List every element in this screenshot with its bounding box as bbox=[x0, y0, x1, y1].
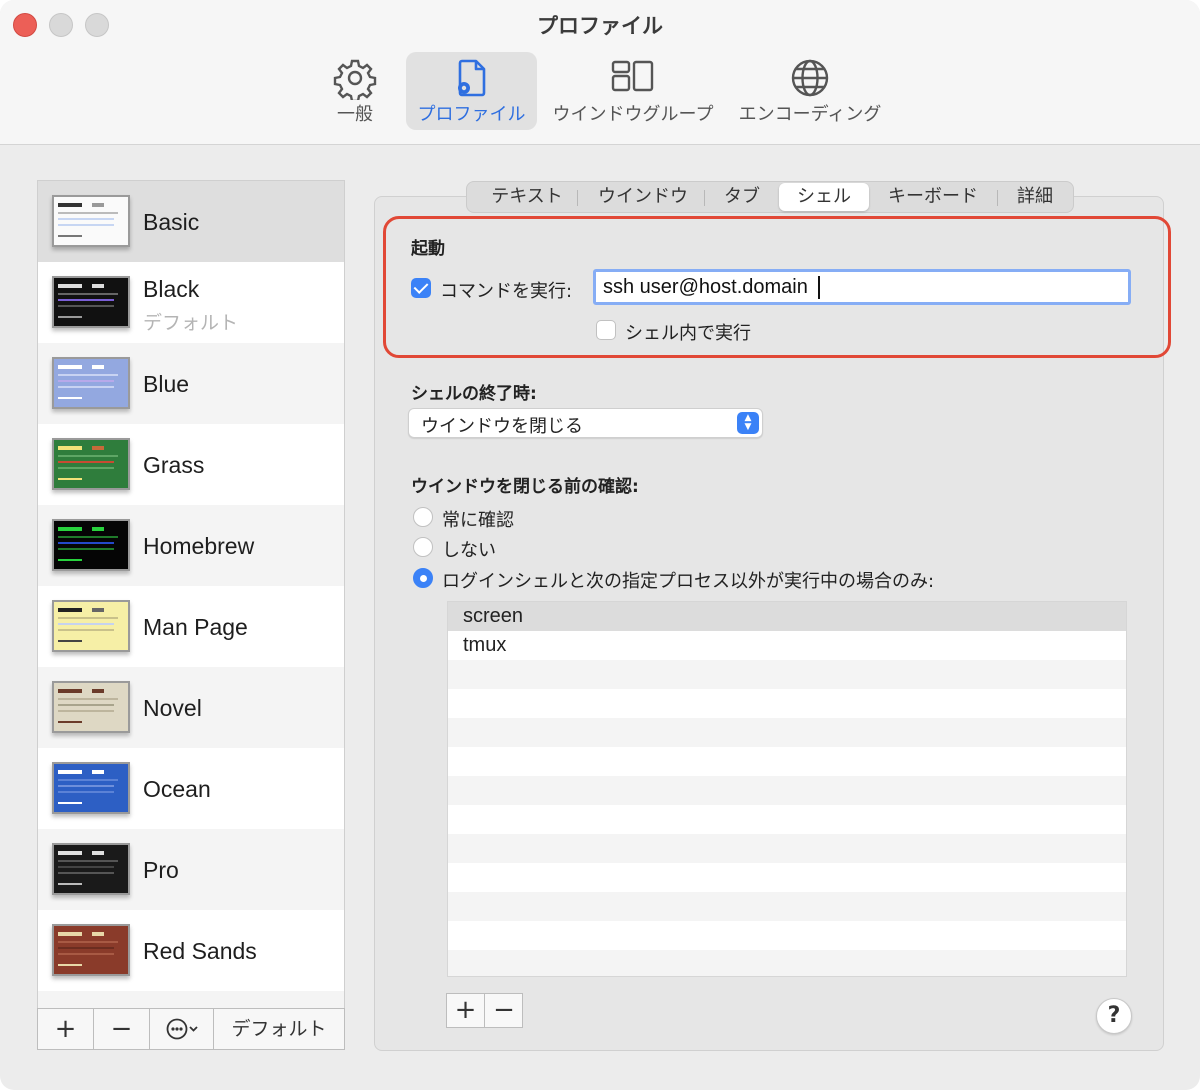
profile-name: Homebrew bbox=[143, 533, 255, 559]
shell-exit-popup[interactable]: ウインドウを閉じる ▲ ▼ bbox=[408, 408, 763, 438]
profile-item-basic[interactable]: Basic bbox=[38, 181, 344, 262]
add-profile-button[interactable]: + bbox=[38, 1009, 94, 1049]
profile-item-blue[interactable]: Blue bbox=[38, 343, 344, 424]
profile-item-red-sands[interactable]: Red Sands bbox=[38, 910, 344, 991]
preferences-window: プロファイル 一般 プロファイル ウインドウグループ エンコーディング Basi… bbox=[0, 0, 1200, 1090]
empty-row bbox=[448, 776, 1126, 805]
confirm-processes-label: ログインシェルと次の指定プロセス以外が実行中の場合のみ: bbox=[442, 571, 935, 592]
tab-tab[interactable]: タブ bbox=[707, 182, 777, 212]
empty-row bbox=[448, 805, 1126, 834]
toolbar-general[interactable]: 一般 bbox=[318, 52, 392, 130]
default-profile-label: デフォルト bbox=[143, 312, 239, 334]
profile-thumbnail bbox=[52, 600, 130, 652]
profile-item-grass[interactable]: Grass bbox=[38, 424, 344, 505]
run-in-shell-label: シェル内で実行 bbox=[625, 323, 751, 344]
tab-keyboard[interactable]: キーボード bbox=[871, 182, 995, 212]
process-list-controls: + − bbox=[446, 993, 523, 1028]
profile-name: Pro bbox=[143, 857, 179, 883]
toolbar-general-label: 一般 bbox=[337, 104, 373, 125]
profile-list[interactable]: Basic Black デフォルト Blue Grass Homebrew Ma… bbox=[37, 180, 345, 1010]
toolbar: プロファイル 一般 プロファイル ウインドウグループ エンコーディング bbox=[0, 0, 1200, 145]
profile-thumbnail bbox=[52, 924, 130, 976]
profile-item-homebrew[interactable]: Homebrew bbox=[38, 505, 344, 586]
toolbar-profiles[interactable]: プロファイル bbox=[406, 52, 537, 130]
command-input-text[interactable] bbox=[596, 272, 1126, 302]
empty-row bbox=[448, 689, 1126, 718]
empty-row bbox=[448, 747, 1126, 776]
toolbar-profiles-label: プロファイル bbox=[417, 104, 526, 125]
profile-item-ocean[interactable]: Ocean bbox=[38, 748, 344, 829]
profile-name: Red Sands bbox=[143, 938, 257, 964]
set-default-button[interactable]: デフォルト bbox=[214, 1009, 344, 1049]
run-command-checkbox[interactable] bbox=[411, 278, 431, 298]
startup-title: 起動 bbox=[411, 239, 445, 259]
profile-thumbnail bbox=[52, 762, 130, 814]
profile-item-novel[interactable]: Novel bbox=[38, 667, 344, 748]
command-input[interactable] bbox=[593, 269, 1131, 305]
add-process-button[interactable]: + bbox=[447, 994, 485, 1027]
tab-window[interactable]: ウインドウ bbox=[581, 182, 705, 212]
profile-name: Grass bbox=[143, 452, 205, 478]
ellipsis-circle-icon bbox=[166, 1018, 198, 1040]
confirm-close-title: ウインドウを閉じる前の確認: bbox=[411, 477, 639, 497]
shell-exit-title: シェルの終了時: bbox=[411, 384, 537, 404]
remove-process-button[interactable]: − bbox=[485, 994, 523, 1027]
process-name: screen bbox=[463, 605, 524, 627]
remove-profile-button[interactable]: − bbox=[94, 1009, 150, 1049]
tab-advanced[interactable]: 詳細 bbox=[1001, 182, 1069, 212]
empty-row bbox=[448, 834, 1126, 863]
profile-thumbnail bbox=[52, 357, 130, 409]
profile-item-man-page[interactable]: Man Page bbox=[38, 586, 344, 667]
empty-row bbox=[448, 950, 1126, 976]
help-button[interactable]: ? bbox=[1096, 998, 1132, 1034]
profile-name: Black bbox=[143, 276, 200, 302]
globe-icon bbox=[791, 59, 829, 97]
profile-thumbnail bbox=[52, 519, 130, 571]
toolbar-encodings-label: エンコーディング bbox=[738, 104, 882, 125]
confirm-never-label: しない bbox=[442, 540, 496, 561]
profile-name: Ocean bbox=[143, 776, 211, 802]
confirm-always-radio[interactable] bbox=[413, 507, 433, 527]
toolbar-window-groups[interactable]: ウインドウグループ bbox=[549, 52, 717, 130]
profile-list-controls: + − デフォルト bbox=[37, 1008, 345, 1050]
confirm-never-radio[interactable] bbox=[413, 537, 433, 557]
window-groups-icon bbox=[611, 60, 654, 92]
profile-name: Basic bbox=[143, 209, 200, 235]
window-title: プロファイル bbox=[537, 14, 663, 38]
toolbar-encodings[interactable]: エンコーディング bbox=[733, 52, 887, 130]
text-caret bbox=[818, 276, 820, 299]
shell-exit-selected: ウインドウを閉じる bbox=[421, 416, 583, 437]
process-row[interactable]: tmux bbox=[448, 631, 1126, 660]
empty-row bbox=[448, 660, 1126, 689]
profile-thumbnail bbox=[52, 843, 130, 895]
tab-bar: テキスト ウインドウ タブ シェル キーボード 詳細 bbox=[466, 181, 1074, 213]
confirm-always-label: 常に確認 bbox=[442, 510, 514, 531]
process-list[interactable]: screen tmux bbox=[447, 601, 1127, 977]
profile-item-black[interactable]: Black デフォルト bbox=[38, 262, 344, 343]
tab-text[interactable]: テキスト bbox=[475, 182, 579, 212]
empty-row bbox=[448, 718, 1126, 747]
empty-row bbox=[448, 863, 1126, 892]
empty-row bbox=[448, 921, 1126, 950]
profile-thumbnail bbox=[52, 438, 130, 490]
profile-name: Man Page bbox=[143, 614, 248, 640]
profile-name: Blue bbox=[143, 371, 190, 397]
profile-document-icon bbox=[457, 59, 485, 97]
profile-item-pro[interactable]: Pro bbox=[38, 829, 344, 910]
up-down-arrows-icon: ▲ ▼ bbox=[737, 412, 759, 434]
run-in-shell-checkbox[interactable] bbox=[596, 320, 616, 340]
gear-icon bbox=[333, 59, 377, 100]
profile-actions-menu-button[interactable] bbox=[150, 1009, 214, 1049]
empty-row bbox=[448, 892, 1126, 921]
run-command-label: コマンドを実行: bbox=[440, 281, 573, 302]
profile-thumbnail bbox=[52, 681, 130, 733]
profile-thumbnail bbox=[52, 195, 130, 247]
confirm-processes-radio[interactable] bbox=[413, 568, 433, 588]
profile-thumbnail bbox=[52, 276, 130, 328]
process-row[interactable]: screen bbox=[448, 602, 1126, 631]
tab-shell[interactable]: シェル bbox=[779, 183, 869, 211]
process-name: tmux bbox=[463, 634, 507, 656]
toolbar-window-groups-label: ウインドウグループ bbox=[552, 104, 714, 125]
profile-name: Novel bbox=[143, 695, 202, 721]
